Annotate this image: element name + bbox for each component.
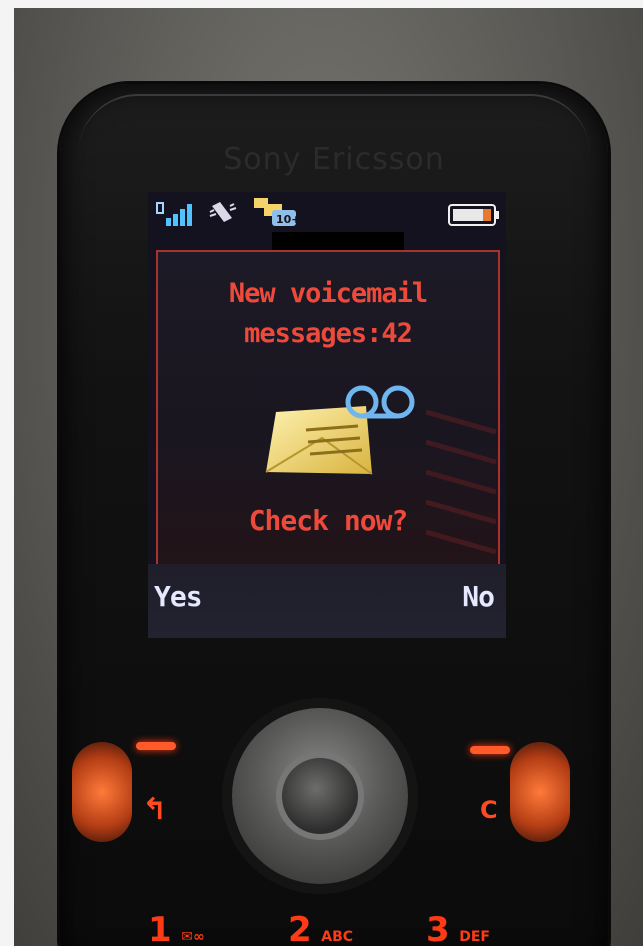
- voicemail-icon: [265, 385, 415, 475]
- vibrate-icon: [209, 202, 237, 222]
- keypad: ↰ C 1 ✉∞ 2 ABC 3 DEF: [60, 684, 608, 946]
- softkey-bar: Yes No: [148, 564, 506, 638]
- key-1-digit: 1: [148, 910, 172, 946]
- back-key[interactable]: ↰: [142, 792, 167, 827]
- photo-border-top: [0, 0, 643, 8]
- voicemail-message: New voicemail messages:42: [158, 274, 498, 354]
- key-1[interactable]: 1 ✉∞: [148, 910, 205, 946]
- photo-border-left: [0, 0, 14, 946]
- signal-strength-icon: [156, 202, 192, 226]
- mobile-phone: Sony Ericsson 10+ New voicemail messages…: [60, 84, 608, 946]
- phone-screen: 10+ New voicemail messages:42 Check now?…: [148, 192, 506, 638]
- status-bar: 10+: [148, 192, 506, 234]
- voicemail-dialog: New voicemail messages:42 Check now?: [156, 250, 500, 566]
- key-3[interactable]: 3 DEF: [426, 910, 490, 946]
- photo-scene: Sony Ericsson 10+ New voicemail messages…: [0, 0, 643, 946]
- brand-logo: Sony Ericsson: [223, 142, 445, 177]
- svg-text:10+: 10+: [276, 213, 298, 226]
- right-softkey-indicator: [470, 746, 510, 754]
- key-2-digit: 2: [288, 910, 312, 946]
- battery-icon: [448, 204, 499, 226]
- voicemail-notification-icon: 10+: [254, 198, 298, 226]
- key-2-letters: ABC: [321, 929, 354, 945]
- check-now-prompt: Check now?: [248, 504, 409, 537]
- key-3-letters: DEF: [459, 929, 490, 945]
- no-softkey[interactable]: No: [462, 580, 495, 613]
- key-2[interactable]: 2 ABC: [288, 910, 353, 946]
- background-stripes: [426, 409, 497, 555]
- right-selection-key[interactable]: [510, 742, 570, 842]
- navigation-center-key[interactable]: [282, 758, 358, 834]
- message-line-2: messages:42: [244, 318, 413, 349]
- yes-softkey[interactable]: Yes: [154, 580, 203, 613]
- key-3-digit: 3: [426, 910, 450, 946]
- voicemail-key-icon: ✉∞: [181, 929, 205, 945]
- message-line-1: New voicemail: [228, 278, 428, 309]
- left-softkey-indicator: [136, 742, 176, 750]
- clear-key[interactable]: C: [480, 796, 498, 824]
- redacted-operator-name: [272, 232, 404, 252]
- left-selection-key[interactable]: [72, 742, 132, 842]
